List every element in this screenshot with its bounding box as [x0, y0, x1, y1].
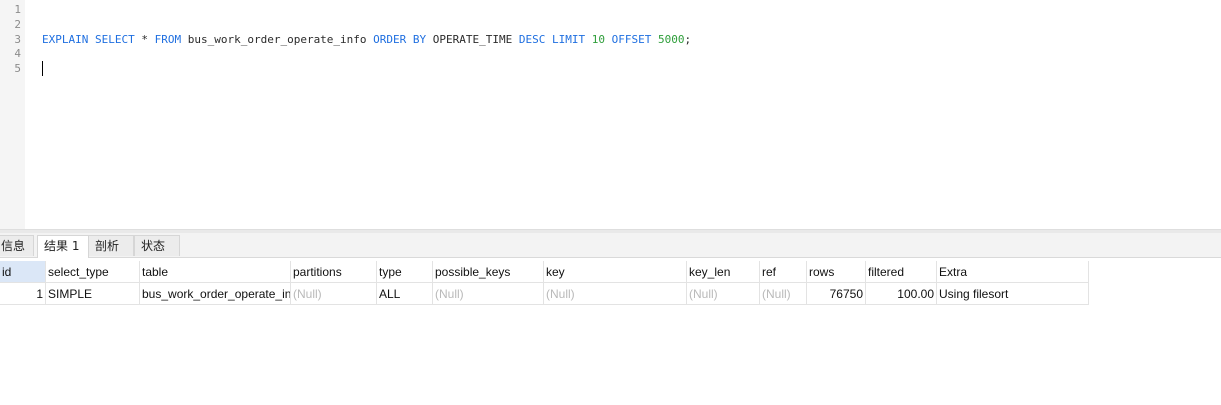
line-number-gutter: 1 2 3 4 5: [0, 0, 25, 229]
line-number: 3: [14, 33, 21, 46]
column-header-table[interactable]: table: [140, 261, 291, 283]
cell-partitions[interactable]: (Null): [291, 283, 377, 305]
header-row: id select_type table partitions type pos…: [0, 261, 1089, 283]
limit-value: 10: [591, 33, 606, 46]
line-number: 5: [14, 62, 21, 75]
cell-select-type[interactable]: SIMPLE: [46, 283, 140, 305]
cell-table[interactable]: bus_work_order_operate_info: [140, 283, 291, 305]
tab-profile[interactable]: 剖析: [88, 235, 134, 256]
tab-info[interactable]: 信息: [0, 235, 34, 256]
column-header-type[interactable]: type: [377, 261, 433, 283]
column-header-extra[interactable]: Extra: [937, 261, 1089, 283]
result-tab-bar: 信息 结果 1 剖析 状态: [0, 233, 1221, 258]
tab-status[interactable]: 状态: [134, 235, 180, 256]
text-caret: [42, 61, 43, 76]
cell-extra[interactable]: Using filesort: [937, 283, 1089, 305]
column-header-partitions[interactable]: partitions: [291, 261, 377, 283]
cell-ref[interactable]: (Null): [760, 283, 807, 305]
column-header-rows[interactable]: rows: [807, 261, 866, 283]
sql-statement[interactable]: EXPLAIN SELECT * FROM bus_work_order_ope…: [42, 32, 691, 47]
statement-terminator: ;: [684, 33, 692, 46]
cell-type[interactable]: ALL: [377, 283, 433, 305]
column-header-key[interactable]: key: [544, 261, 687, 283]
cell-key[interactable]: (Null): [544, 283, 687, 305]
column-header-filtered[interactable]: filtered: [866, 261, 937, 283]
table-identifier: bus_work_order_operate_info: [187, 33, 367, 46]
select-star: *: [141, 33, 148, 46]
tab-result-1[interactable]: 结果 1: [37, 235, 89, 258]
cell-key-len[interactable]: (Null): [687, 283, 760, 305]
cell-rows[interactable]: 76750: [807, 283, 866, 305]
column-header-possible-keys[interactable]: possible_keys: [433, 261, 544, 283]
column-header-id[interactable]: id: [0, 261, 46, 283]
cell-id[interactable]: 1: [0, 283, 46, 305]
keyword-by: BY: [412, 33, 427, 46]
tab-label: 剖析: [95, 239, 120, 253]
offset-value: 5000: [658, 33, 685, 46]
cell-possible-keys[interactable]: (Null): [433, 283, 544, 305]
keyword-desc: DESC: [518, 33, 546, 46]
line-number: 2: [14, 18, 21, 31]
column-header-key-len[interactable]: key_len: [687, 261, 760, 283]
keyword-select: SELECT: [94, 33, 135, 46]
column-header-select-type[interactable]: select_type: [46, 261, 140, 283]
keyword-order: ORDER: [373, 33, 407, 46]
line-number: 1: [14, 3, 21, 16]
table-row[interactable]: 1 SIMPLE bus_work_order_operate_info (Nu…: [0, 283, 1089, 305]
keyword-limit: LIMIT: [552, 33, 586, 46]
sql-editor[interactable]: 1 2 3 4 5 EXPLAIN SELECT * FROM bus_work…: [0, 0, 1221, 229]
column-identifier: OPERATE_TIME: [432, 33, 513, 46]
column-header-ref[interactable]: ref: [760, 261, 807, 283]
cell-filtered[interactable]: 100.00: [866, 283, 937, 305]
tab-label: 状态: [141, 239, 166, 253]
keyword-from: FROM: [154, 33, 182, 46]
keyword-explain: EXPLAIN: [42, 33, 89, 46]
line-number: 4: [14, 47, 21, 60]
keyword-offset: OFFSET: [611, 33, 652, 46]
tab-label: 结果 1: [44, 239, 80, 253]
tab-label: 信息: [1, 239, 26, 253]
